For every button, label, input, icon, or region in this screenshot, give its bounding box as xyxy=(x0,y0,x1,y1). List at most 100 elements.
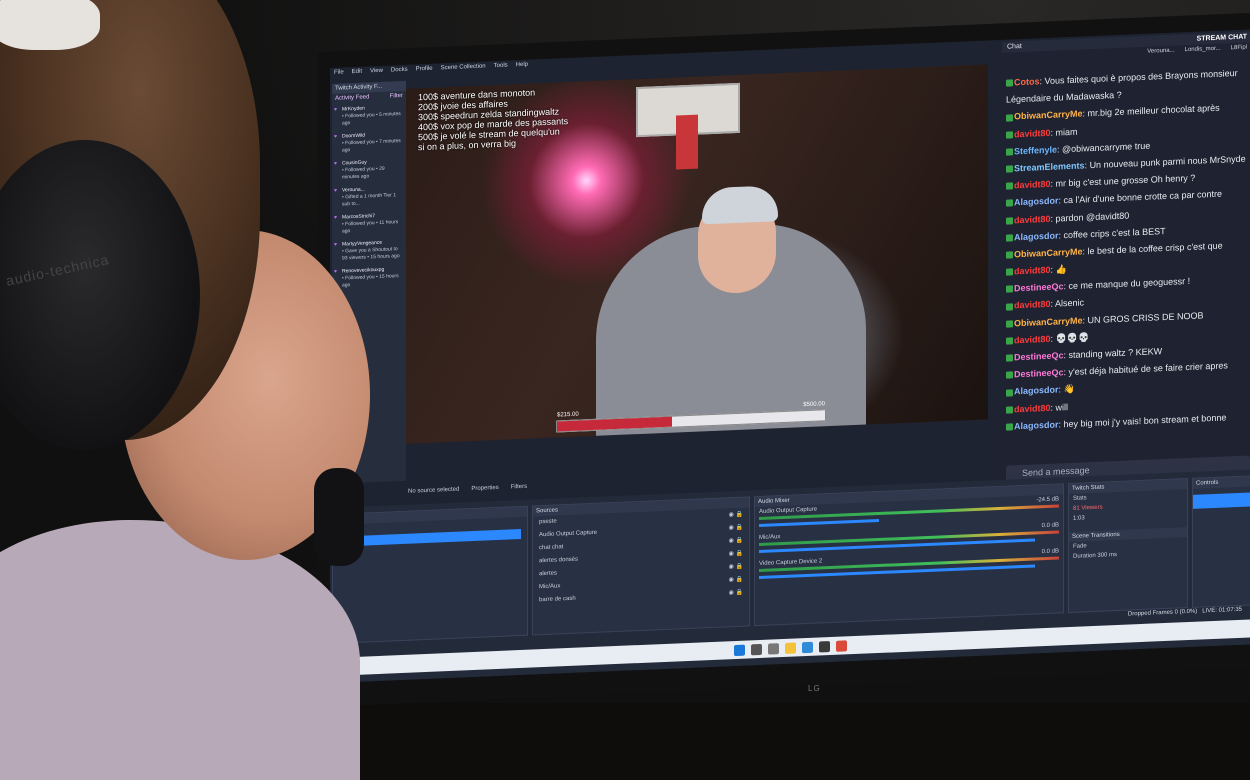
chat-badge-icon xyxy=(1006,182,1013,190)
chat-text: ca l'Air d'une bonne crotte ca par contr… xyxy=(1063,188,1223,206)
menu-tools[interactable]: Tools xyxy=(494,63,508,76)
chat-username[interactable]: ObiwanCarryMe xyxy=(1014,109,1083,122)
chat-text: 💀💀💀 xyxy=(1055,331,1090,344)
chat-top-name: Verouna... xyxy=(1147,47,1175,55)
eye-icon[interactable]: ◉ 🔒 xyxy=(729,511,743,519)
controls-dock: Controls xyxy=(1192,475,1250,608)
cap xyxy=(0,0,100,50)
donation-goals-overlay: 100$ aventure dans monoton 200$ jvoie de… xyxy=(418,86,568,152)
chat-badge-icon xyxy=(1006,79,1013,87)
source-name: chat chat xyxy=(539,544,564,552)
chat-username[interactable]: StreamElements xyxy=(1014,160,1085,173)
search-icon[interactable] xyxy=(750,643,762,655)
cash-bar-goal-label: $500.00 xyxy=(803,401,825,409)
headset-mic xyxy=(314,468,364,566)
mixer-channel-name: Video Capture Device 2 xyxy=(759,558,823,568)
chat-text: mr.big 2e meilleur chocolat après xyxy=(1087,103,1220,119)
task-view-icon[interactable] xyxy=(767,642,779,655)
chat-username[interactable]: ObiwanCarryMe xyxy=(1014,246,1083,259)
stream-chat-title: STREAM CHAT xyxy=(1196,33,1247,43)
chat-text: Légendaire du Madawaska ? xyxy=(1006,90,1122,105)
menu-profile[interactable]: Profile xyxy=(416,66,433,79)
properties-button[interactable]: Properties xyxy=(471,485,498,492)
chat-username[interactable]: Cotos xyxy=(1014,76,1040,87)
chat-username[interactable]: davidt80 xyxy=(1014,334,1051,346)
start-streaming-button[interactable] xyxy=(1193,492,1250,509)
eye-icon[interactable]: ◉ 🔒 xyxy=(729,576,743,584)
chat-message-list: Cotos: Vous faites quoi è propos des Bra… xyxy=(1002,64,1250,435)
chat-text: 👋 xyxy=(1063,384,1075,395)
mixer-channel-db: 0.0 dB xyxy=(1041,548,1059,556)
chat-badge-icon xyxy=(1006,371,1013,379)
chat-badge-icon xyxy=(1006,268,1013,276)
source-name: barre de cash xyxy=(539,595,576,604)
edge-icon[interactable] xyxy=(801,641,813,653)
chat-text: 👍 xyxy=(1055,264,1067,275)
chat-username[interactable]: davidt80 xyxy=(1014,402,1051,414)
chat-text: miam xyxy=(1055,126,1078,138)
duration-label: Duration xyxy=(1073,552,1096,560)
chat-username[interactable]: ObiwanCarryMe xyxy=(1014,315,1083,328)
chat-badge-icon xyxy=(1006,337,1013,345)
chat-username[interactable]: Alagosdor xyxy=(1014,230,1059,242)
activity-filter-button[interactable]: Filter xyxy=(390,93,403,100)
chat-username[interactable]: DestineeQc xyxy=(1014,350,1064,362)
chat-username[interactable]: Alagosdor xyxy=(1014,196,1059,208)
twitch-stats-dock: Twitch Stats Stats 81 Viewers 1:03 Scene… xyxy=(1068,478,1188,614)
explorer-icon[interactable] xyxy=(784,641,796,654)
chat-username[interactable]: DestineeQc xyxy=(1014,367,1064,379)
volume-slider[interactable] xyxy=(759,518,879,528)
chat-badge-icon xyxy=(1006,251,1013,259)
source-name: alertes donsés xyxy=(539,556,579,565)
chat-badge-icon xyxy=(1006,113,1013,122)
menu-docks[interactable]: Docks xyxy=(391,67,408,80)
chat-text: Un nouveau punk parmi nous MrSnyde xyxy=(1089,153,1246,171)
foreground-streamer: audio-technica xyxy=(0,0,380,780)
chat-text: le best de la coffee crisp c'est que xyxy=(1087,240,1223,257)
chat-username[interactable]: DestineeQc xyxy=(1014,282,1064,294)
chat-badge-icon xyxy=(1006,148,1013,156)
live-timer: LIVE: 01:07:35 xyxy=(1202,606,1242,615)
eye-icon[interactable]: ◉ 🔒 xyxy=(729,563,743,571)
cash-bar-start-label: $215.00 xyxy=(557,411,579,419)
chat-text: coffee crips c'est la BEST xyxy=(1063,225,1166,240)
sources-dock: Sources pseste ◉ 🔒 Audio Output Capture ◉ … xyxy=(532,496,750,636)
chat-badge-icon xyxy=(1006,354,1013,362)
chat-badge-icon xyxy=(1006,388,1013,397)
chat-badge-icon xyxy=(1006,165,1013,173)
chat-text: ce me manque du geoguessr ! xyxy=(1068,276,1191,292)
filters-button[interactable]: Filters xyxy=(511,484,527,491)
chat-username[interactable]: Alagosdor xyxy=(1014,419,1059,431)
chat-text: UN GROS CRISS DE NOOB xyxy=(1087,310,1204,325)
eye-icon[interactable]: ◉ 🔒 xyxy=(729,589,743,597)
eye-icon[interactable]: ◉ 🔒 xyxy=(729,550,743,558)
chat-badge-icon xyxy=(1006,216,1013,225)
chat-text: standing waltz ? KEKW xyxy=(1068,346,1163,361)
eye-icon[interactable]: ◉ 🔒 xyxy=(729,537,743,545)
mixer-channel-name: Audio Output Capture xyxy=(759,506,818,516)
menu-scene-collection[interactable]: Scene Collection xyxy=(441,63,486,77)
chrome-icon[interactable] xyxy=(835,639,847,652)
eye-icon[interactable]: ◉ 🔒 xyxy=(729,524,743,532)
chat-panel-title: Chat xyxy=(1007,43,1022,51)
chat-username[interactable]: Steffenyle xyxy=(1014,144,1057,156)
chat-username[interactable]: davidt80 xyxy=(1014,213,1051,225)
chat-username[interactable]: davidt80 xyxy=(1014,179,1051,191)
chat-badge-icon xyxy=(1006,406,1013,414)
chat-badge-icon xyxy=(1006,423,1013,431)
chat-username[interactable]: davidt80 xyxy=(1014,127,1051,139)
chat-badge-icon xyxy=(1006,320,1013,328)
chat-text: mr big c'est une grosse Oh henry ? xyxy=(1055,172,1196,189)
stream-preview[interactable]: 100$ aventure dans monoton 200$ jvoie de… xyxy=(406,64,988,444)
start-icon[interactable] xyxy=(733,644,745,656)
chat-username[interactable]: davidt80 xyxy=(1014,265,1051,277)
menu-help[interactable]: Help xyxy=(516,62,528,75)
hoodie xyxy=(0,520,360,780)
duration-input[interactable]: 300 ms xyxy=(1097,552,1117,559)
obs-icon[interactable] xyxy=(818,640,830,653)
chat-username[interactable]: Alagosdor xyxy=(1014,385,1059,397)
chat-text: y'est déja habitué de se faire crier apr… xyxy=(1068,360,1228,378)
chat-username[interactable]: davidt80 xyxy=(1014,299,1051,311)
chat-text: pardon @davidt80 xyxy=(1055,210,1130,224)
chat-text: @obiwancarryme true xyxy=(1062,140,1151,155)
